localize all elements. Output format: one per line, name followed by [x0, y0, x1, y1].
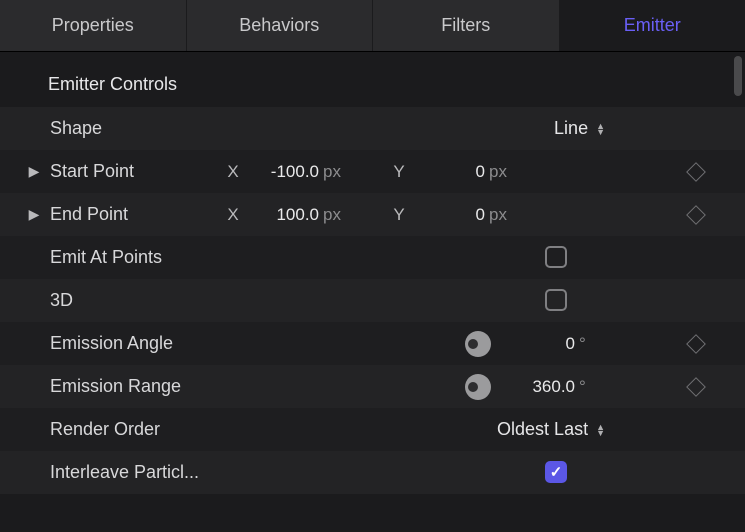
label-emission-angle: Emission Angle [44, 333, 209, 354]
row-render-order: ▶ Render Order Oldest Last ▲▼ [0, 408, 745, 451]
unit-px: px [323, 205, 357, 225]
tab-behaviors[interactable]: Behaviors [187, 0, 374, 51]
keyframe-emission-angle[interactable] [686, 334, 706, 354]
shape-value: Line [554, 118, 588, 139]
tab-properties[interactable]: Properties [0, 0, 187, 51]
label-emit-at-points: Emit At Points [44, 247, 209, 268]
label-render-order: Render Order [44, 419, 209, 440]
unit-degree: ° [579, 377, 605, 397]
inspector-tabs: Properties Behaviors Filters Emitter [0, 0, 745, 52]
unit-px: px [489, 205, 523, 225]
row-emission-angle: ▶ Emission Angle 0 ° [0, 322, 745, 365]
axis-y-label: Y [385, 205, 413, 225]
disclosure-start-point[interactable]: ▶ [24, 163, 44, 180]
row-3d: ▶ 3D [0, 279, 745, 322]
emission-range-value[interactable]: 360.0 [507, 377, 579, 397]
keyframe-end-point[interactable] [686, 205, 706, 225]
checkbox-3d[interactable] [545, 289, 567, 311]
tab-label: Emitter [624, 15, 681, 36]
stepper-icon: ▲▼ [596, 424, 605, 436]
label-start-point: Start Point [44, 161, 209, 182]
end-point-y[interactable]: 0 [413, 205, 489, 225]
render-order-value: Oldest Last [497, 419, 588, 440]
start-point-y[interactable]: 0 [413, 162, 489, 182]
emitter-panel: Emitter Controls ▶ Shape Line ▲▼ ▶ Start… [0, 52, 745, 494]
axis-x-label: X [219, 205, 247, 225]
row-emission-range: ▶ Emission Range 360.0 ° [0, 365, 745, 408]
label-emission-range: Emission Range [44, 376, 209, 397]
dial-emission-range[interactable] [465, 374, 491, 400]
row-end-point: ▶ End Point X 100.0 px Y 0 px [0, 193, 745, 236]
checkbox-interleave[interactable] [545, 461, 567, 483]
label-shape: Shape [44, 118, 209, 139]
shape-dropdown[interactable]: Line ▲▼ [554, 118, 605, 139]
keyframe-start-point[interactable] [686, 162, 706, 182]
render-order-dropdown[interactable]: Oldest Last ▲▼ [497, 419, 605, 440]
tab-label: Behaviors [239, 15, 319, 36]
emission-angle-value[interactable]: 0 [507, 334, 579, 354]
checkbox-emit-at-points[interactable] [545, 246, 567, 268]
unit-px: px [489, 162, 523, 182]
unit-px: px [323, 162, 357, 182]
section-title: Emitter Controls [0, 66, 745, 107]
tab-label: Filters [441, 15, 490, 36]
tab-emitter[interactable]: Emitter [560, 0, 745, 51]
row-interleave: ▶ Interleave Particl... [0, 451, 745, 494]
start-point-x[interactable]: -100.0 [247, 162, 323, 182]
row-start-point: ▶ Start Point X -100.0 px Y 0 px [0, 150, 745, 193]
dial-emission-angle[interactable] [465, 331, 491, 357]
disclosure-end-point[interactable]: ▶ [24, 206, 44, 223]
stepper-icon: ▲▼ [596, 123, 605, 135]
end-point-x[interactable]: 100.0 [247, 205, 323, 225]
label-3d: 3D [44, 290, 209, 311]
tab-label: Properties [52, 15, 134, 36]
row-shape: ▶ Shape Line ▲▼ [0, 107, 745, 150]
label-end-point: End Point [44, 204, 209, 225]
axis-x-label: X [219, 162, 247, 182]
unit-degree: ° [579, 334, 605, 354]
axis-y-label: Y [385, 162, 413, 182]
keyframe-emission-range[interactable] [686, 377, 706, 397]
tab-filters[interactable]: Filters [373, 0, 560, 51]
row-emit-at-points: ▶ Emit At Points [0, 236, 745, 279]
label-interleave: Interleave Particl... [44, 462, 209, 483]
